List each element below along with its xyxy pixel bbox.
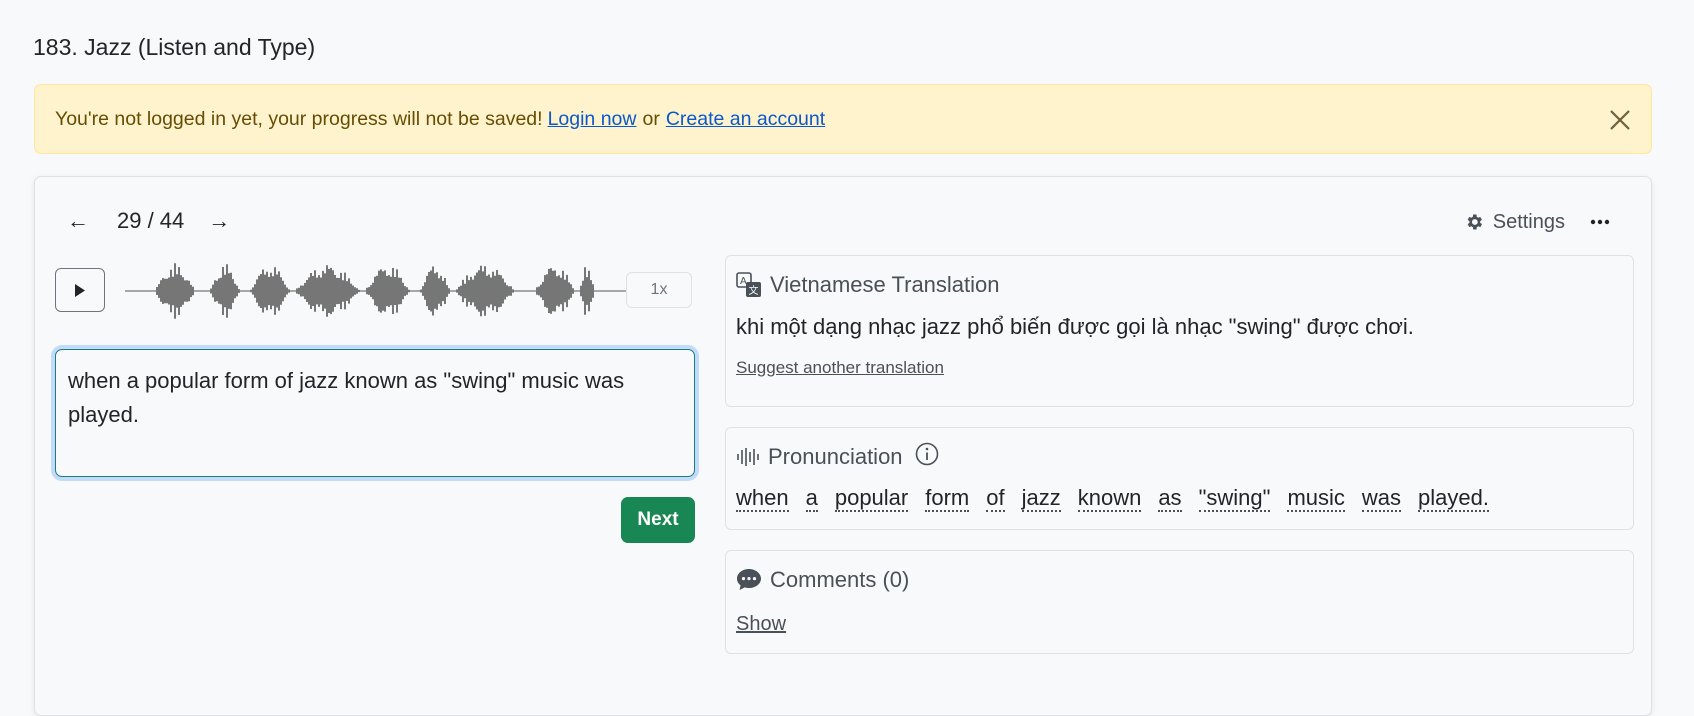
pronunciation-word[interactable]: jazz — [1021, 486, 1061, 512]
translate-icon: A 文 — [736, 272, 762, 298]
pronunciation-word[interactable]: was — [1361, 486, 1402, 512]
translation-heading: Vietnamese Translation — [770, 272, 1000, 297]
playback-speed-button[interactable]: 1x — [626, 272, 692, 308]
more-icon — [1590, 219, 1610, 225]
previous-sentence-button[interactable]: ← — [63, 208, 93, 234]
login-alert: You're not logged in yet, your progress … — [34, 84, 1652, 154]
pronunciation-word[interactable]: music — [1287, 486, 1345, 512]
gear-icon — [1467, 214, 1482, 230]
pronunciation-word[interactable]: popular — [834, 486, 909, 512]
show-comments-link[interactable]: Show — [736, 613, 786, 636]
waveform-shape — [125, 263, 652, 319]
pronunciation-heading: Pronunciation — [768, 444, 903, 469]
create-account-link[interactable]: Create an account — [666, 108, 825, 131]
login-link[interactable]: Login now — [548, 108, 637, 131]
settings-label: Settings — [1492, 210, 1565, 233]
alert-or-text: or — [642, 107, 660, 130]
exercise-card: ← 29 / 44 → Settings 1x when a popular f… — [34, 176, 1652, 716]
pronunciation-words: when a popular form of jazz known as "swing" musi… — [736, 486, 1623, 512]
play-button[interactable] — [55, 268, 105, 312]
pronunciation-word[interactable]: of — [986, 486, 1005, 512]
close-alert-button[interactable] — [1605, 105, 1635, 135]
pronunciation-word[interactable]: known — [1077, 486, 1142, 512]
pronunciation-panel: Pronunciation when a popular form of jazz know… — [725, 427, 1634, 530]
pronunciation-word[interactable]: a — [805, 486, 818, 512]
svg-text:A: A — [740, 276, 747, 287]
pronunciation-word[interactable]: form — [925, 486, 970, 512]
sentence-navigation: ← 29 / 44 → — [63, 203, 234, 239]
answer-input[interactable]: when a popular form of jazz known as "sw… — [55, 349, 695, 477]
comments-panel: Comments (0) Show — [725, 550, 1634, 654]
pronunciation-word[interactable]: when — [736, 486, 789, 512]
settings-button[interactable]: Settings — [1464, 207, 1565, 237]
info-icon[interactable] — [915, 442, 939, 472]
play-icon — [75, 283, 85, 297]
translation-text: khi một dạng nhạc jazz phổ biến được gọi… — [736, 314, 1414, 339]
suggest-translation-link[interactable]: Suggest another translation — [736, 358, 944, 378]
alert-message: You're not logged in yet, your progress … — [55, 107, 543, 130]
sentence-counter: 29 / 44 — [117, 208, 185, 233]
next-button[interactable]: Next — [621, 497, 695, 543]
translation-panel: A 文 Vietnamese Translation khi một dạng … — [725, 255, 1634, 407]
pronunciation-word[interactable]: played. — [1418, 486, 1489, 512]
close-icon — [1610, 110, 1630, 130]
next-sentence-button[interactable]: → — [204, 208, 234, 234]
comments-heading: Comments (0) — [770, 567, 910, 592]
pronunciation-word[interactable]: as — [1158, 486, 1182, 512]
more-options-button[interactable] — [1585, 207, 1615, 237]
svg-text:文: 文 — [749, 284, 759, 297]
audio-waveform[interactable] — [125, 256, 653, 326]
comment-icon — [736, 568, 762, 592]
soundwave-icon — [736, 447, 760, 467]
page-title: 183. Jazz (Listen and Type) — [33, 34, 316, 60]
pronunciation-word[interactable]: "swing" — [1198, 486, 1271, 512]
